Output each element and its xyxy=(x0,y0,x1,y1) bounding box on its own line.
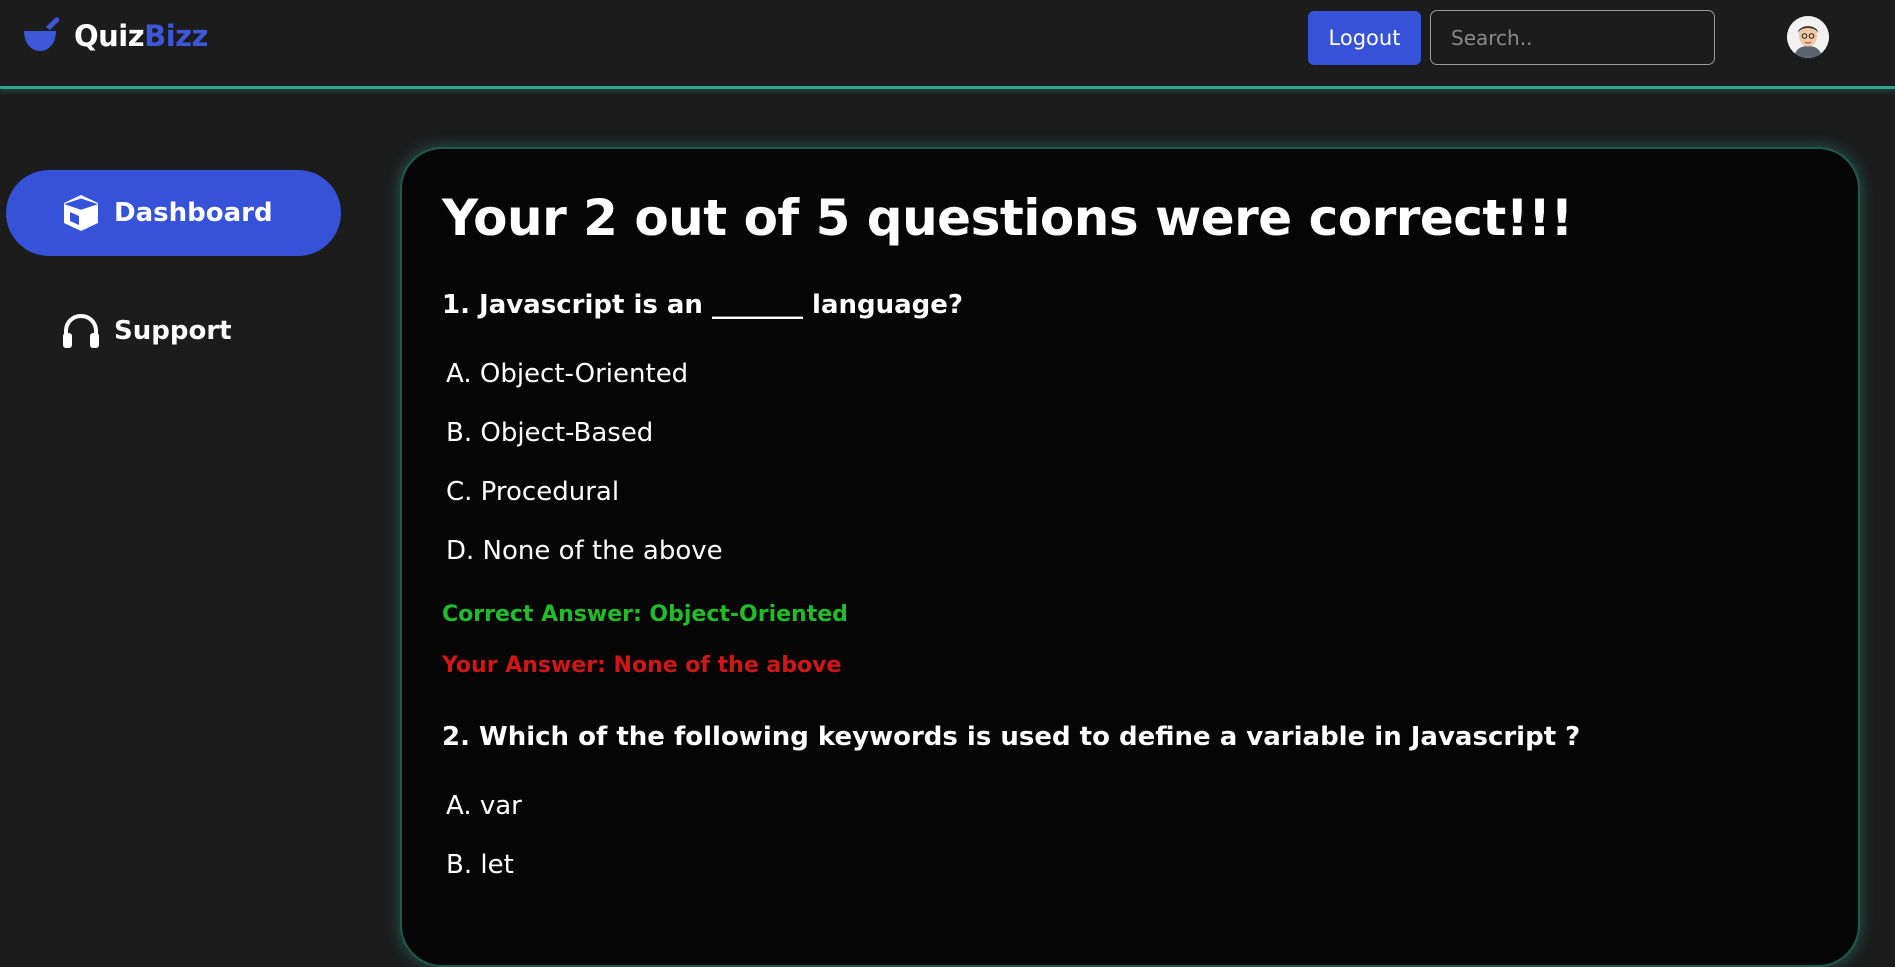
question-2: 2. Which of the following keywords is us… xyxy=(442,722,1858,904)
sidebar-item-label: Dashboard xyxy=(114,198,273,228)
user-avatar-icon xyxy=(1787,16,1829,58)
results-panel: Your 2 out of 5 questions were correct!!… xyxy=(400,147,1860,967)
your-answer: Your Answer: None of the above xyxy=(442,653,842,678)
logo-text-quiz: Quiz xyxy=(74,19,145,53)
search-input[interactable] xyxy=(1430,10,1715,65)
option-b[interactable]: B. Object-Based xyxy=(442,413,1858,472)
sidebar: Dashboard Support xyxy=(0,92,380,937)
cube-icon xyxy=(64,195,98,231)
question-1: 1. Javascript is an _______ language? A.… xyxy=(442,290,1858,678)
sidebar-item-support[interactable]: Support xyxy=(60,306,232,356)
bowl-logo-icon xyxy=(24,17,60,51)
headphones-icon xyxy=(63,313,99,348)
logo-text: QuizBizz xyxy=(74,19,208,53)
option-a[interactable]: A. var xyxy=(442,786,1858,845)
app-logo[interactable]: QuizBizz xyxy=(22,14,208,58)
question-title: 1. Javascript is an _______ language? xyxy=(442,290,964,320)
logo-text-bizz: Bizz xyxy=(144,19,208,53)
top-navbar: QuizBizz Logout xyxy=(0,0,1895,89)
option-b[interactable]: B. let xyxy=(442,845,1858,904)
results-headline: Your 2 out of 5 questions were correct!!… xyxy=(442,189,1573,247)
option-c[interactable]: C. Procedural xyxy=(442,472,1858,531)
logout-button[interactable]: Logout xyxy=(1308,11,1421,65)
option-d[interactable]: D. None of the above xyxy=(442,531,1858,590)
sidebar-item-label: Support xyxy=(114,316,232,346)
question-title: 2. Which of the following keywords is us… xyxy=(442,722,1581,752)
avatar[interactable] xyxy=(1787,16,1829,58)
option-a[interactable]: A. Object-Oriented xyxy=(442,354,1858,413)
correct-answer: Correct Answer: Object-Oriented xyxy=(442,602,848,627)
sidebar-item-dashboard[interactable]: Dashboard xyxy=(6,170,341,256)
